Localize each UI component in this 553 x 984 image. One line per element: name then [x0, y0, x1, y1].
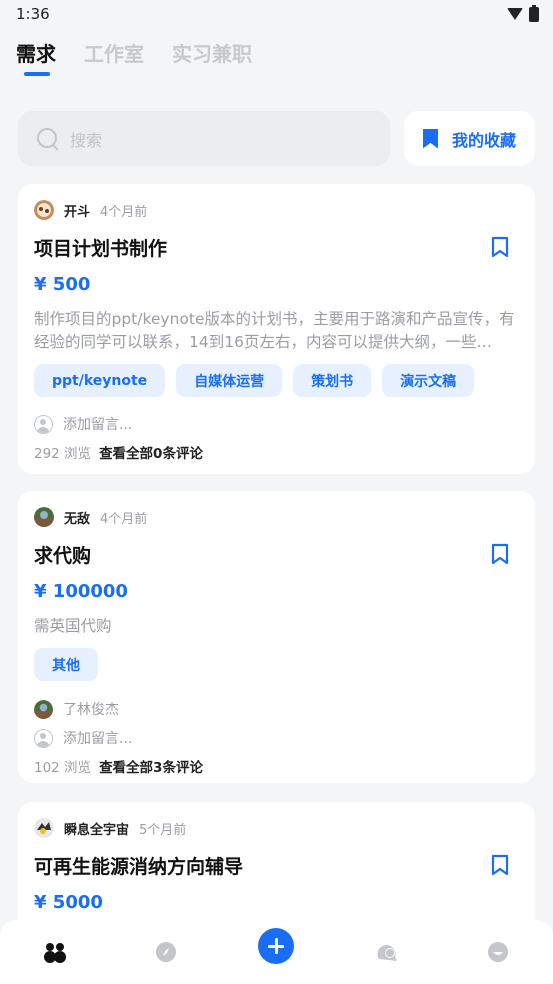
tab-demand[interactable]: 需求 — [16, 38, 56, 76]
add-post-button[interactable] — [258, 928, 294, 964]
author-name[interactable]: 无敌 — [64, 508, 90, 527]
chat-icon — [377, 945, 398, 961]
post-card[interactable]: 无敌 4个月前 求代购 ¥ 100000 需英国代购 其他 了林俊杰 添加留言.… — [18, 491, 535, 783]
tag[interactable]: 演示文稿 — [382, 364, 475, 397]
author-name[interactable]: 开斗 — [64, 201, 90, 220]
tag[interactable]: 自媒体运营 — [176, 364, 283, 397]
tag-list: 其他 — [34, 648, 519, 681]
post-title[interactable]: 可再生能源消纳方向辅导 — [34, 852, 243, 879]
post-price: ¥ 500 — [34, 274, 91, 295]
post-header: 瞬息全宇宙 5个月前 — [34, 818, 519, 838]
author-name[interactable]: 瞬息全宇宙 — [64, 819, 129, 838]
user-placeholder-icon — [34, 414, 53, 434]
compass-icon — [155, 942, 176, 962]
status-icons — [507, 4, 539, 22]
status-bar: 1:36 — [0, 0, 553, 28]
post-description: 需英国代购 — [34, 617, 112, 635]
tag[interactable]: ppt/keynote — [34, 364, 166, 397]
post-header: 开斗 4个月前 — [34, 200, 519, 220]
smile-icon — [487, 942, 508, 962]
user-placeholder-icon — [34, 728, 53, 748]
add-comment-placeholder: 添加留言... — [63, 417, 133, 433]
see-all-comments-link[interactable]: 查看全部0条评论 — [99, 442, 203, 462]
nav-people[interactable] — [35, 932, 75, 972]
avatar[interactable] — [34, 818, 54, 838]
battery-icon — [529, 4, 539, 22]
search-row: 搜索 我的收藏 — [18, 111, 535, 166]
add-comment-input[interactable]: 添加留言... — [34, 414, 519, 434]
post-stats: 292 浏览 查看全部0条评论 — [34, 442, 519, 462]
nav-profile[interactable] — [478, 932, 518, 972]
post-title[interactable]: 求代购 — [34, 541, 91, 568]
people-icon — [44, 943, 67, 963]
tab-internship[interactable]: 实习兼职 — [172, 38, 252, 67]
post-time: 4个月前 — [100, 511, 148, 527]
bookmark-icon — [422, 128, 438, 149]
top-tabs: 需求 工作室 实习兼职 — [16, 38, 252, 76]
view-count: 102 浏览 — [34, 760, 92, 776]
post-price: ¥ 5000 — [34, 892, 103, 913]
post-title[interactable]: 项目计划书制作 — [34, 234, 167, 261]
tag[interactable]: 策划书 — [293, 364, 372, 397]
my-favorites-button[interactable]: 我的收藏 — [404, 111, 535, 166]
post-time: 4个月前 — [100, 204, 148, 220]
tab-studio[interactable]: 工作室 — [84, 38, 144, 67]
search-placeholder: 搜索 — [70, 130, 103, 150]
tag[interactable]: 其他 — [34, 648, 98, 681]
commenter-avatar — [34, 699, 53, 719]
see-all-comments-link[interactable]: 查看全部3条评论 — [99, 756, 203, 776]
add-comment-input[interactable]: 添加留言... — [34, 728, 519, 748]
view-count: 292 浏览 — [34, 446, 92, 462]
wifi-icon — [507, 8, 523, 20]
bookmark-outline-icon[interactable] — [491, 543, 509, 565]
avatar[interactable] — [34, 507, 54, 527]
nav-discover[interactable] — [146, 932, 186, 972]
comment-item: 了林俊杰 — [34, 699, 519, 719]
my-favorites-label: 我的收藏 — [451, 130, 516, 150]
post-description: 制作项目的ppt/keynote版本的计划书，主要用于路演和产品宣传，有经验的同… — [34, 310, 515, 351]
tag-list: ppt/keynote 自媒体运营 策划书 演示文稿 — [34, 364, 519, 397]
post-header: 无敌 4个月前 — [34, 507, 519, 527]
post-price: ¥ 100000 — [34, 581, 128, 602]
add-comment-placeholder: 添加留言... — [63, 731, 133, 747]
search-input[interactable]: 搜索 — [18, 111, 390, 166]
nav-messages[interactable] — [367, 932, 407, 972]
bookmark-outline-icon[interactable] — [491, 854, 509, 876]
commenter-name: 了林俊杰 — [63, 702, 119, 718]
post-time: 5个月前 — [139, 822, 187, 838]
avatar[interactable] — [34, 200, 54, 220]
bookmark-outline-icon[interactable] — [491, 236, 509, 258]
post-stats: 102 浏览 查看全部3条评论 — [34, 756, 519, 776]
search-icon — [36, 127, 60, 151]
post-card[interactable]: 开斗 4个月前 项目计划书制作 ¥ 500 制作项目的ppt/keynote版本… — [18, 184, 535, 474]
status-time: 1:36 — [16, 5, 50, 23]
